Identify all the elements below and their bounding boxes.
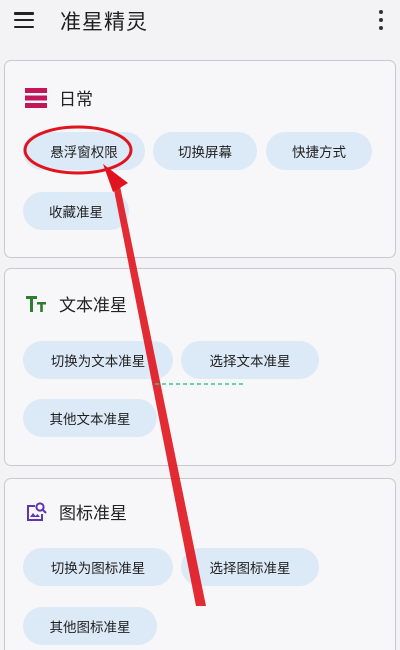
section-title: 文本准星 [59, 296, 127, 316]
menu-icon[interactable] [14, 10, 38, 30]
section-daily: 日常 悬浮窗权限 切换屏幕 快捷方式 收藏准星 [4, 60, 396, 258]
chip-select-icon[interactable]: 选择图标准星 [181, 548, 319, 586]
section-icon-crosshair: 图标准星 切换为图标准星 选择图标准星 其他图标准星 [4, 478, 396, 650]
section-text-crosshair: 文本准星 切换为文本准星 选择文本准星 其他文本准星 [4, 268, 396, 466]
section-header: 日常 [25, 85, 93, 110]
more-vert-icon[interactable] [378, 10, 384, 30]
app-title: 准星精灵 [60, 10, 148, 34]
section-header: 图标准星 [25, 499, 127, 524]
chip-overlay-permission[interactable]: 悬浮窗权限 [23, 132, 145, 170]
app-bar: 准星精灵 [0, 0, 400, 46]
chip-switch-to-text[interactable]: 切换为文本准星 [23, 341, 173, 379]
daily-list-icon [25, 87, 47, 108]
chip-select-text[interactable]: 选择文本准星 [181, 341, 319, 379]
chip-favorite-crosshair[interactable]: 收藏准星 [23, 192, 129, 230]
section-title: 日常 [59, 90, 93, 110]
chip-switch-screen[interactable]: 切换屏幕 [153, 132, 257, 170]
chip-other-icon[interactable]: 其他图标准星 [23, 607, 157, 645]
app-window: 准星精灵 日常 悬浮窗权限 切换屏幕 快捷方式 收藏准星 文本准星 切换为文本准… [0, 0, 400, 650]
chip-switch-to-icon[interactable]: 切换为图标准星 [23, 548, 173, 586]
section-title: 图标准星 [59, 504, 127, 524]
image-search-icon [27, 501, 47, 521]
chip-other-text[interactable]: 其他文本准星 [23, 399, 157, 437]
section-header: 文本准星 [25, 291, 127, 316]
chip-shortcut[interactable]: 快捷方式 [266, 132, 372, 170]
text-icon [26, 295, 46, 312]
